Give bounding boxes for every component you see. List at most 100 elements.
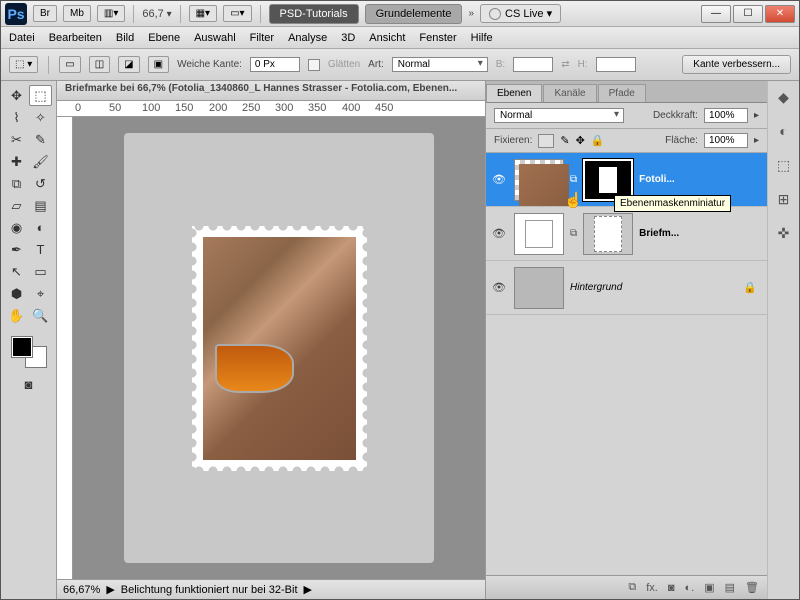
camera-tool[interactable]: ⌖ [29, 283, 52, 304]
gradient-tool[interactable]: ▤ [29, 195, 52, 216]
visibility-icon[interactable]: 👁 [490, 173, 508, 186]
adjustments-panel-icon[interactable]: ⊞ [774, 189, 794, 209]
layer-name[interactable]: Hintergrund [570, 282, 763, 293]
minimize-button[interactable]: — [701, 5, 731, 23]
fill-arrow[interactable]: ▸ [754, 135, 759, 146]
history-brush-tool[interactable]: ↺ [29, 173, 52, 194]
fill-input[interactable] [704, 133, 748, 148]
refine-edge-button[interactable]: Kante verbessern... [682, 55, 791, 74]
menu-datei[interactable]: Datei [9, 32, 35, 44]
blend-mode-dropdown[interactable]: Normal [494, 108, 624, 123]
layer-thumbnail[interactable] [514, 159, 564, 201]
view-extras-button[interactable]: ▦▾ [189, 5, 217, 22]
visibility-icon[interactable]: 👁 [490, 281, 508, 294]
tab-ebenen[interactable]: Ebenen [486, 84, 542, 102]
quickmask-toggle[interactable]: ◙ [17, 374, 40, 395]
layer-hintergrund[interactable]: 👁 Hintergrund 🔒 [486, 261, 767, 315]
hand-tool[interactable]: ✋ [5, 305, 28, 326]
document-tab[interactable]: Briefmarke bei 66,7% (Fotolia_1340860_L … [57, 81, 485, 101]
workspace-more[interactable]: » [468, 8, 474, 19]
type-tool[interactable]: T [29, 239, 52, 260]
layer-thumbnail[interactable] [514, 267, 564, 309]
marquee-tool[interactable]: ⬚ [29, 85, 52, 106]
antialias-checkbox[interactable] [308, 59, 320, 71]
color-panel-icon[interactable]: ◆ [774, 87, 794, 107]
clone-tool[interactable]: ⧉ [5, 173, 28, 194]
menu-bild[interactable]: Bild [116, 32, 134, 44]
eraser-tool[interactable]: ▱ [5, 195, 28, 216]
visibility-icon[interactable]: 👁 [490, 227, 508, 240]
menu-bearbeiten[interactable]: Bearbeiten [49, 32, 102, 44]
brush-tool[interactable]: 🖌 [29, 151, 52, 172]
maximize-button[interactable]: ☐ [733, 5, 763, 23]
tab-kanale[interactable]: Kanäle [543, 84, 596, 102]
lock-transparency-icon[interactable] [538, 134, 554, 148]
color-swatches[interactable] [12, 337, 46, 367]
arrange-button[interactable]: ▭▾ [223, 5, 251, 22]
minibridge-button[interactable]: Mb [63, 5, 91, 22]
crop-tool[interactable]: ✂ [5, 129, 28, 150]
layer-briefmarke[interactable]: 👁 ⧉ Briefm... [486, 207, 767, 261]
shape-tool[interactable]: ▭ [29, 261, 52, 282]
lock-position-icon[interactable]: ✥ [576, 134, 585, 147]
tab-pfade[interactable]: Pfade [598, 84, 646, 102]
3d-tool[interactable]: ⬢ [5, 283, 28, 304]
menu-bar: Datei Bearbeiten Bild Ebene Auswahl Filt… [1, 27, 799, 49]
layer-name[interactable]: Fotoli... [639, 174, 763, 185]
lock-all-icon[interactable]: 🔒 [591, 134, 605, 147]
style-dropdown[interactable]: Normal [392, 57, 488, 72]
lock-pixels-icon[interactable]: ✎ [560, 134, 569, 147]
group-icon[interactable]: ▣ [704, 581, 714, 594]
menu-ebene[interactable]: Ebene [148, 32, 180, 44]
wand-tool[interactable]: ✧ [29, 107, 52, 128]
cs-live-button[interactable]: CS Live ▾ [480, 4, 561, 23]
status-zoom[interactable]: 66,67% [63, 584, 100, 596]
menu-auswahl[interactable]: Auswahl [194, 32, 236, 44]
close-button[interactable]: ✕ [765, 5, 795, 23]
zoom-tool[interactable]: 🔍 [29, 305, 52, 326]
status-tri2[interactable]: ▶ [304, 583, 312, 596]
layer-thumbnail[interactable] [514, 213, 564, 255]
workspace-grundelemente[interactable]: Grundelemente [365, 4, 463, 24]
tool-preset[interactable]: ⬚ ▾ [9, 56, 38, 73]
marquee-intersect-icon[interactable]: ▣ [148, 56, 169, 73]
status-tri1[interactable]: ▶ [106, 583, 114, 596]
adjustment-layer-icon[interactable]: ◐. [685, 582, 695, 594]
bridge-button[interactable]: Br [33, 5, 57, 22]
menu-hilfe[interactable]: Hilfe [471, 32, 493, 44]
marquee-rect-icon[interactable]: ▭ [59, 56, 80, 73]
menu-ansicht[interactable]: Ansicht [369, 32, 405, 44]
menu-3d[interactable]: 3D [341, 32, 355, 44]
lasso-tool[interactable]: ⌇ [5, 107, 28, 128]
styles-panel-icon[interactable]: ⬚ [774, 155, 794, 175]
path-select-tool[interactable]: ↖ [5, 261, 28, 282]
workspace-psd-tutorials[interactable]: PSD-Tutorials [269, 4, 359, 24]
menu-analyse[interactable]: Analyse [288, 32, 327, 44]
swatches-panel-icon[interactable]: ◐ [774, 121, 794, 141]
new-layer-icon[interactable]: ▤ [725, 581, 735, 594]
dodge-tool[interactable]: ◐ [29, 217, 52, 238]
layer-name[interactable]: Briefm... [639, 228, 763, 239]
opacity-arrow[interactable]: ▸ [754, 110, 759, 121]
marquee-add-icon[interactable]: ◫ [89, 56, 110, 73]
canvas[interactable] [73, 117, 485, 579]
screen-mode-button[interactable]: ▥▾ [97, 5, 125, 22]
marquee-sub-icon[interactable]: ◪ [118, 56, 139, 73]
layer-fx-icon[interactable]: fx. [646, 582, 658, 594]
layer-mask-thumbnail[interactable] [583, 213, 633, 255]
masks-panel-icon[interactable]: ✜ [774, 223, 794, 243]
layer-mask-icon[interactable]: ◙ [668, 582, 675, 594]
trash-icon[interactable]: 🗑 [745, 581, 759, 594]
cursor-icon: ☝ [564, 191, 583, 209]
opacity-input[interactable] [704, 108, 748, 123]
menu-fenster[interactable]: Fenster [419, 32, 456, 44]
blur-tool[interactable]: ◉ [5, 217, 28, 238]
eyedropper-tool[interactable]: ✎ [29, 129, 52, 150]
link-layers-icon[interactable]: ⧉ [628, 581, 636, 594]
menu-filter[interactable]: Filter [250, 32, 274, 44]
heal-tool[interactable]: ✚ [5, 151, 28, 172]
zoom-value[interactable]: 66,7 ▾ [142, 8, 171, 20]
pen-tool[interactable]: ✒ [5, 239, 28, 260]
move-tool[interactable]: ✥ [5, 85, 28, 106]
feather-input[interactable] [250, 57, 300, 72]
